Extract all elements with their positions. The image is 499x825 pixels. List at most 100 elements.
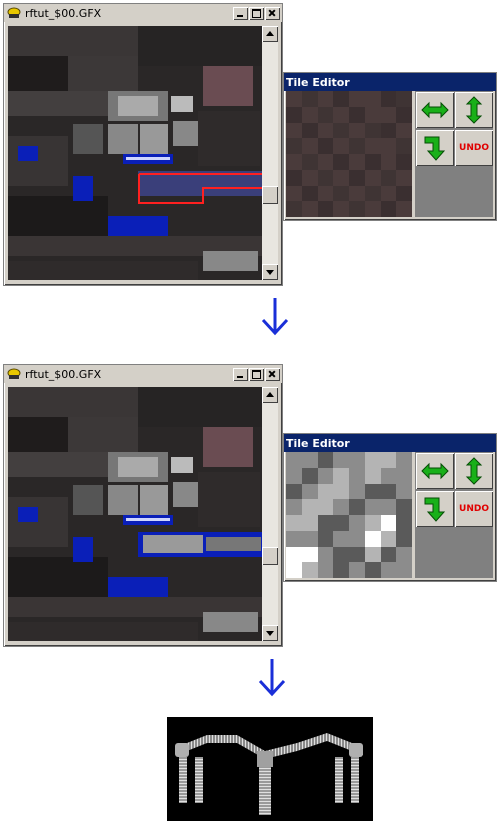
tile-pixel[interactable]	[286, 91, 302, 107]
tile-pixel[interactable]	[380, 154, 397, 170]
tile-pixel[interactable]	[333, 546, 349, 563]
tile-pixel[interactable]	[333, 452, 349, 468]
tile-pixel[interactable]	[301, 546, 318, 563]
tile-pixel[interactable]	[380, 515, 397, 531]
tile-pixel[interactable]	[364, 515, 381, 531]
tile-pixel[interactable]	[301, 106, 318, 123]
tile-pixel[interactable]	[286, 138, 302, 154]
tile-pixel[interactable]	[317, 515, 334, 531]
tile-pixel[interactable]	[317, 91, 334, 107]
tile-pixel[interactable]	[380, 452, 397, 468]
tile-pixel[interactable]	[349, 452, 365, 468]
maximize-button[interactable]	[249, 367, 264, 381]
tile-pixel[interactable]	[380, 106, 397, 123]
tile-pixel[interactable]	[396, 201, 412, 217]
tile-pixel[interactable]	[396, 169, 412, 186]
tile-pixel[interactable]	[396, 106, 412, 123]
tile-pixel[interactable]	[380, 499, 397, 515]
tile-pixel[interactable]	[286, 530, 302, 547]
gfx-window-titlebar[interactable]: rftut_$00.GFX	[4, 4, 282, 22]
flip-vertical-button[interactable]	[455, 453, 493, 489]
tile-pixel[interactable]	[286, 515, 302, 531]
tile-pixel[interactable]	[333, 483, 349, 500]
tile-pixel[interactable]	[286, 452, 302, 468]
tile-pixel[interactable]	[317, 499, 334, 515]
tile-pixel-grid[interactable]	[286, 452, 412, 578]
tile-pixel[interactable]	[301, 452, 318, 468]
tile-pixel[interactable]	[349, 122, 365, 139]
tile-pixel[interactable]	[333, 201, 349, 217]
tile-pixel[interactable]	[364, 562, 381, 578]
vertical-scrollbar[interactable]	[262, 387, 278, 641]
close-button[interactable]	[265, 367, 280, 381]
tile-editor-titlebar[interactable]: Tile Editor	[284, 434, 496, 452]
tile-pixel[interactable]	[380, 91, 397, 107]
tile-pixel[interactable]	[364, 201, 381, 217]
tile-pixel[interactable]	[349, 546, 365, 563]
tile-pixel[interactable]	[364, 91, 381, 107]
tile-pixel[interactable]	[317, 122, 334, 139]
tile-pixel[interactable]	[364, 106, 381, 123]
tile-pixel[interactable]	[317, 169, 334, 186]
tile-pixel[interactable]	[333, 91, 349, 107]
scroll-down-button[interactable]	[262, 264, 278, 280]
tile-pixel[interactable]	[286, 185, 302, 202]
tile-pixel[interactable]	[364, 138, 381, 154]
tile-pixel[interactable]	[333, 122, 349, 139]
tile-pixel[interactable]	[349, 201, 365, 217]
tile-pixel[interactable]	[286, 499, 302, 515]
tile-pixel[interactable]	[301, 91, 318, 107]
tile-pixel[interactable]	[317, 467, 334, 484]
tile-pixel[interactable]	[317, 562, 334, 578]
undo-button[interactable]: UNDO	[455, 130, 493, 166]
tile-pixel[interactable]	[380, 122, 397, 139]
graphics-canvas[interactable]	[8, 26, 265, 280]
tile-pixel[interactable]	[286, 106, 302, 123]
tile-pixel[interactable]	[286, 483, 302, 500]
tile-pixel[interactable]	[301, 154, 318, 170]
tile-pixel[interactable]	[380, 169, 397, 186]
tile-pixel[interactable]	[286, 122, 302, 139]
tile-pixel[interactable]	[349, 467, 365, 484]
gfx-window-before[interactable]: rftut_$00.GFX	[3, 3, 283, 286]
scroll-down-button[interactable]	[262, 625, 278, 641]
tile-pixel[interactable]	[333, 515, 349, 531]
tile-pixel[interactable]	[380, 138, 397, 154]
tile-pixel[interactable]	[364, 185, 381, 202]
tile-pixel[interactable]	[364, 467, 381, 484]
tile-pixel[interactable]	[380, 185, 397, 202]
tile-pixel[interactable]	[396, 452, 412, 468]
tile-pixel[interactable]	[380, 530, 397, 547]
tile-pixel[interactable]	[286, 169, 302, 186]
tile-pixel[interactable]	[364, 530, 381, 547]
rotate-button[interactable]	[416, 130, 454, 166]
tile-pixel[interactable]	[333, 530, 349, 547]
tile-pixel[interactable]	[333, 154, 349, 170]
undo-button[interactable]: UNDO	[455, 491, 493, 527]
tile-pixel[interactable]	[286, 467, 302, 484]
tile-pixel[interactable]	[286, 562, 302, 578]
tile-pixel[interactable]	[333, 185, 349, 202]
tile-pixel-grid[interactable]	[286, 91, 412, 217]
tile-pixel[interactable]	[333, 106, 349, 123]
tile-pixel[interactable]	[349, 530, 365, 547]
tile-pixel[interactable]	[349, 515, 365, 531]
tile-pixel[interactable]	[301, 483, 318, 500]
tile-pixel[interactable]	[317, 138, 334, 154]
tile-pixel[interactable]	[333, 138, 349, 154]
tile-pixel[interactable]	[301, 467, 318, 484]
tile-pixel[interactable]	[349, 169, 365, 186]
tile-pixel[interactable]	[396, 515, 412, 531]
tile-pixel[interactable]	[286, 546, 302, 563]
tile-pixel[interactable]	[301, 169, 318, 186]
tile-editor-titlebar[interactable]: Tile Editor	[284, 73, 496, 91]
tile-pixel[interactable]	[396, 562, 412, 578]
tile-editor-after[interactable]: Tile Editor UNDO	[283, 433, 497, 582]
tile-pixel[interactable]	[380, 483, 397, 500]
tile-pixel[interactable]	[380, 201, 397, 217]
minimize-button[interactable]	[233, 367, 248, 381]
tile-editor-before[interactable]: Tile Editor UNDO	[283, 72, 497, 221]
gfx-window-titlebar[interactable]: rftut_$00.GFX	[4, 365, 282, 383]
flip-horizontal-button[interactable]	[416, 453, 454, 489]
tile-pixel[interactable]	[349, 185, 365, 202]
